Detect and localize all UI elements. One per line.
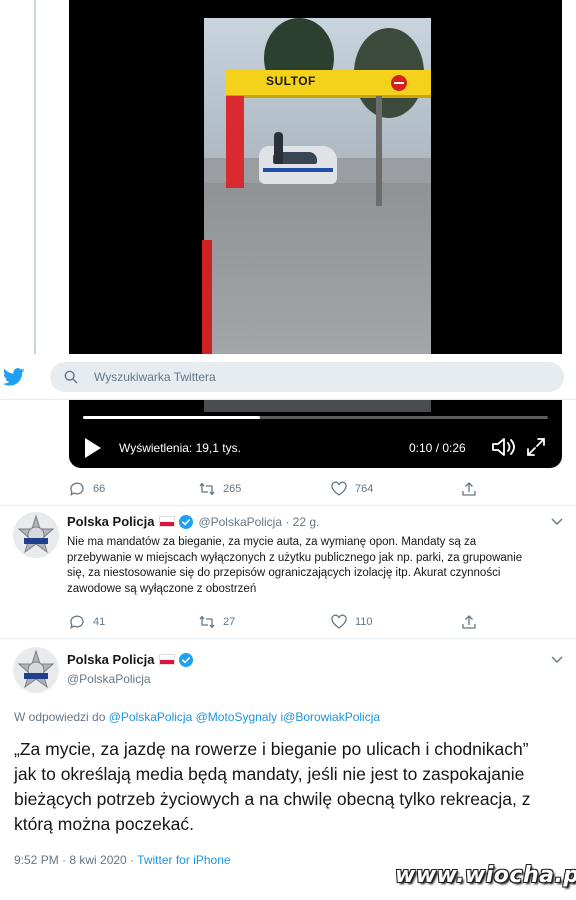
- retweet-button[interactable]: 27: [199, 612, 235, 632]
- like-count: 764: [355, 483, 374, 495]
- search-icon: [64, 370, 78, 384]
- search-input[interactable]: Wyszukiwarka Twittera: [50, 362, 564, 392]
- verified-badge-icon: [179, 514, 194, 529]
- police-star-icon: [17, 514, 55, 554]
- share-icon: [462, 482, 476, 496]
- video-frame-bottom: [204, 400, 431, 412]
- video-time: 0:10 / 0:26: [409, 441, 466, 455]
- police-star-icon: [17, 649, 55, 689]
- reply-to-line: W odpowiedzi do @PolskaPolicja @MotoSygn…: [14, 710, 380, 724]
- avatar[interactable]: [13, 512, 59, 558]
- search-placeholder: Wyszukiwarka Twittera: [94, 370, 216, 384]
- reply-icon: [70, 615, 84, 629]
- twitter-bird-icon[interactable]: [2, 366, 26, 388]
- divider: [0, 638, 576, 639]
- retweet-icon: [199, 615, 215, 629]
- reply-button[interactable]: 41: [69, 612, 105, 632]
- author-name[interactable]: Polska Policja: [67, 514, 154, 529]
- retweet-count: 265: [223, 483, 242, 495]
- video-player[interactable]: Wyświetlenia: 19,1 tys. 0:10 / 0:26: [69, 400, 562, 468]
- red-post: [202, 240, 212, 354]
- car-stripe: [263, 168, 333, 172]
- share-icon: [462, 615, 476, 629]
- video-progress-fill: [83, 416, 260, 419]
- share-button[interactable]: [461, 479, 477, 499]
- like-count: 110: [355, 616, 373, 628]
- volume-icon[interactable]: [491, 436, 517, 458]
- view-count: Wyświetlenia: 19,1 tys.: [119, 441, 241, 455]
- reply-count: 66: [93, 483, 106, 495]
- chevron-down-icon[interactable]: [551, 656, 563, 664]
- retweet-icon: [199, 482, 215, 496]
- car-wash-pillar: [376, 96, 382, 206]
- reply-button[interactable]: 66: [69, 479, 105, 499]
- heart-icon: [331, 614, 347, 629]
- chevron-down-icon[interactable]: [551, 518, 563, 526]
- tweet-actions: 66 265 764: [69, 479, 489, 499]
- avatar[interactable]: [13, 647, 59, 693]
- car-wash-pillar: [226, 96, 244, 188]
- fullscreen-icon[interactable]: [525, 436, 547, 458]
- author-handle[interactable]: @PolskaPolicja · 22 g.: [198, 515, 319, 529]
- twitter-header: Wyszukiwarka Twittera: [0, 354, 576, 400]
- video-frame[interactable]: SULTOF: [69, 0, 562, 354]
- play-icon[interactable]: [85, 438, 101, 458]
- retweet-count: 27: [223, 616, 236, 628]
- author-handle[interactable]: @PolskaPolicja: [67, 672, 151, 686]
- reply-icon: [70, 482, 84, 496]
- divider: [0, 505, 576, 506]
- poland-flag-icon: [159, 654, 176, 665]
- police-officer: [274, 132, 283, 164]
- reply-mentions-link[interactable]: @PolskaPolicja @MotoSygnaly i@BorowiakPo…: [109, 710, 380, 724]
- verified-badge-icon: [179, 652, 194, 667]
- video-progress-bar[interactable]: [83, 416, 548, 419]
- heart-icon: [331, 481, 347, 496]
- video-scene: SULTOF: [204, 18, 431, 354]
- like-button[interactable]: 764: [331, 479, 373, 499]
- main-tweet-text: „Za mycie, za jazdę na rowerze i biegani…: [14, 739, 531, 834]
- tweet-author-row: Polska Policja: [67, 652, 194, 667]
- video-ground: [204, 183, 431, 354]
- like-button[interactable]: 110: [331, 612, 373, 632]
- tweet-meta: 9:52 PM · 8 kwi 2020 · Twitter for iPhon…: [14, 853, 231, 867]
- tweet-source-link[interactable]: Twitter for iPhone: [137, 853, 230, 867]
- reply-to-prefix: W odpowiedzi do: [14, 710, 109, 724]
- quoted-tweet-video-area: SULTOF: [0, 0, 576, 354]
- tweet-timestamp[interactable]: 9:52 PM · 8 kwi 2020 ·: [14, 853, 137, 867]
- author-name[interactable]: Polska Policja: [67, 652, 154, 667]
- poland-flag-icon: [159, 516, 176, 527]
- thread-line: [34, 0, 36, 354]
- car-wash-sign: SULTOF: [226, 70, 431, 98]
- police-car: [259, 146, 337, 184]
- share-button[interactable]: [461, 612, 477, 632]
- car-wash-sign-text: SULTOF: [266, 74, 316, 88]
- no-entry-sign-icon: [391, 75, 407, 91]
- retweet-button[interactable]: 265: [199, 479, 241, 499]
- tweet-actions: 41 27 110: [69, 612, 489, 632]
- tweet-author-row: Polska Policja @PolskaPolicja · 22 g.: [67, 514, 319, 529]
- watermark: www.wiocha.pl: [395, 863, 576, 888]
- tweet-text: Nie ma mandatów za bieganie, za mycie au…: [67, 536, 523, 595]
- reply-count: 41: [93, 616, 106, 628]
